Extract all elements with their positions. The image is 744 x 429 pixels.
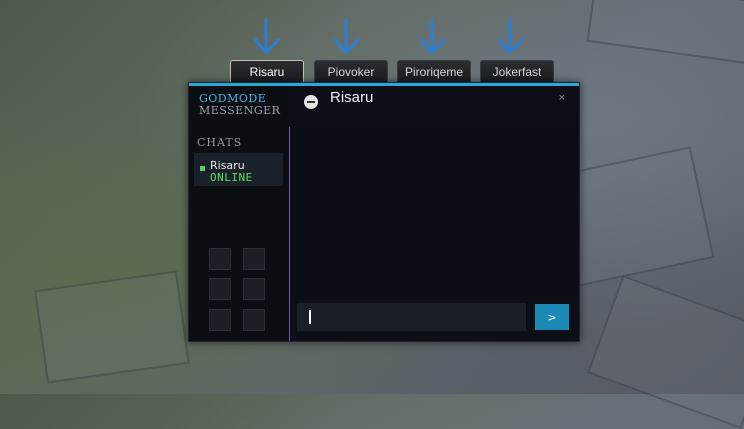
hero-portrait-icon[interactable] (209, 278, 231, 300)
arrow-down-icon (332, 18, 362, 58)
conversation-title: Risaru (330, 89, 374, 106)
chats-heading: CHATS (197, 136, 243, 149)
hero-portrait-icon[interactable] (243, 248, 265, 270)
tab-piroriqeme[interactable]: Piroriqeme (397, 60, 471, 83)
chat-item-risaru[interactable]: Risaru ONLINE (194, 153, 283, 186)
chat-status: ONLINE (210, 171, 253, 184)
app-logo-line2: MESSENGER (199, 104, 281, 117)
close-icon[interactable]: × (558, 93, 566, 103)
tab-piovoker[interactable]: Piovoker (314, 60, 388, 83)
hero-portrait-icon[interactable] (243, 278, 265, 300)
sidebar-divider (289, 127, 290, 341)
tab-risaru[interactable]: Risaru (230, 60, 304, 83)
send-button[interactable]: > (535, 304, 569, 330)
ground-stone (587, 275, 744, 429)
tab-jokerfast[interactable]: Jokerfast (480, 60, 554, 83)
hero-portrait-icon[interactable] (209, 309, 231, 331)
ground-stone (34, 270, 190, 384)
ground-stone (586, 0, 744, 66)
message-input[interactable] (297, 303, 526, 331)
sidebar: GODMODE MESSENGER CHATS Risaru ONLINE (189, 86, 289, 341)
messenger-window: GODMODE MESSENGER CHATS Risaru ONLINE Ri… (188, 82, 580, 342)
hero-portrait-icon[interactable] (243, 309, 265, 331)
arrow-down-icon (252, 18, 282, 58)
arrow-down-icon (496, 18, 526, 58)
hero-portrait-icon[interactable] (209, 248, 231, 270)
online-indicator (200, 166, 205, 171)
chat-bubble-icon (304, 95, 318, 109)
arrow-down-icon (418, 18, 448, 58)
text-caret (309, 310, 311, 324)
message-area (291, 127, 577, 297)
